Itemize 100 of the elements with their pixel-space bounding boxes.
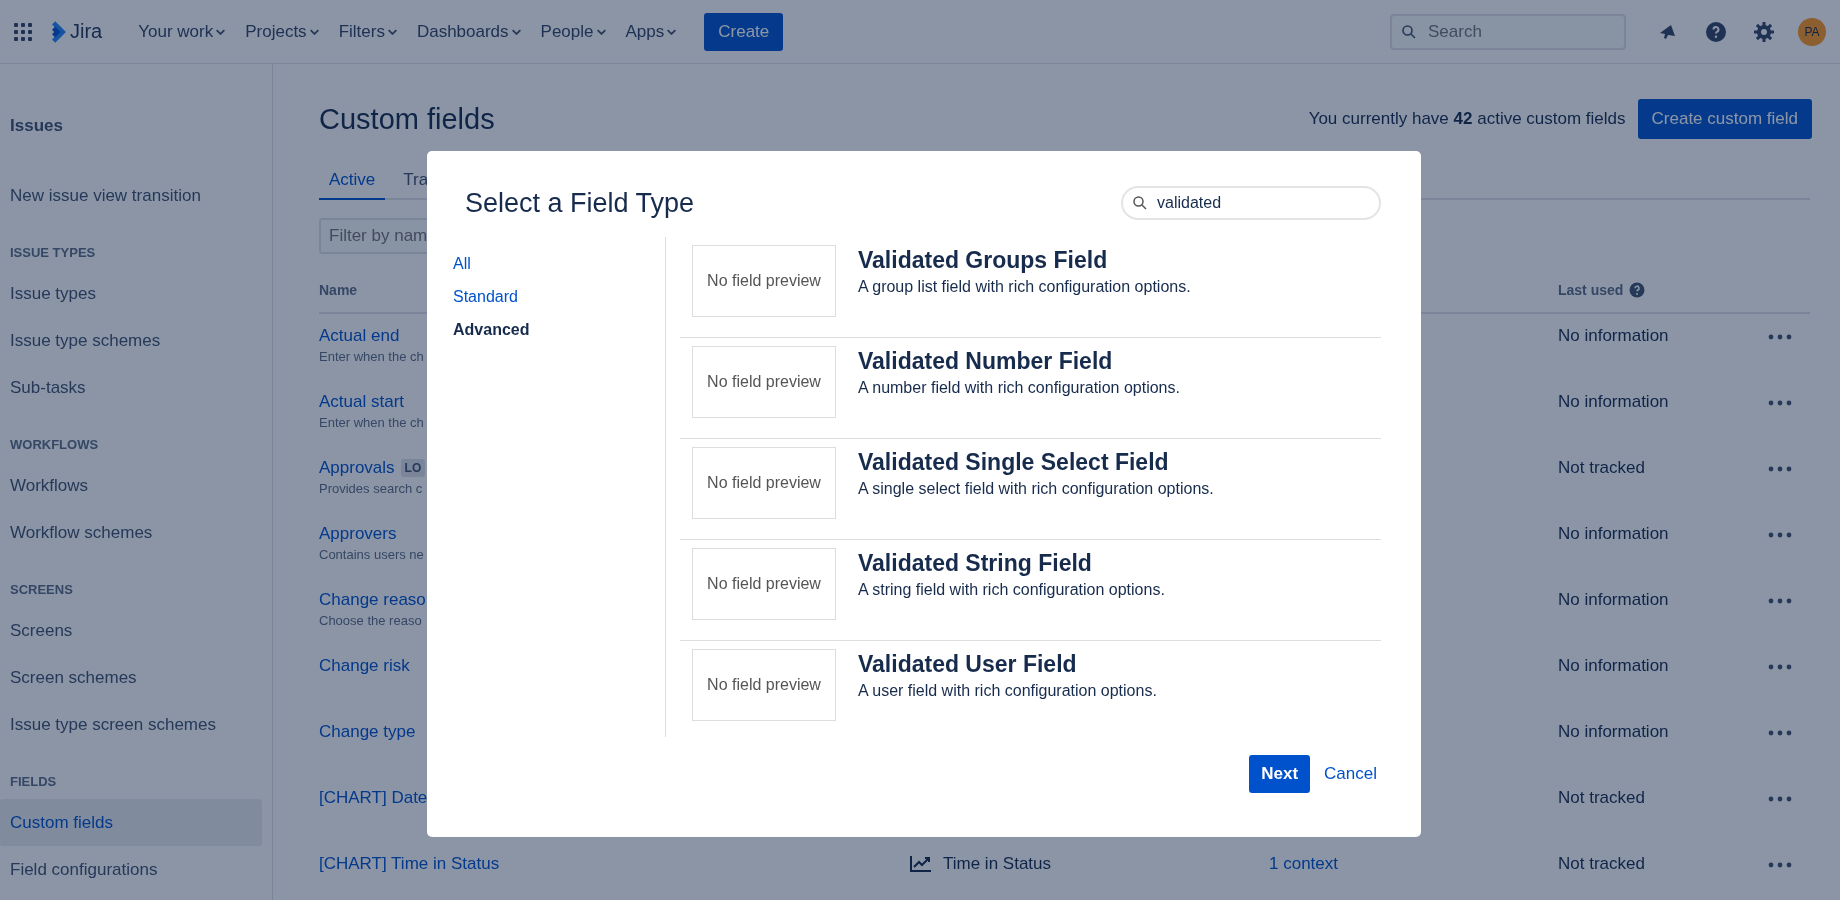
sidebar-item[interactable]: Field configurations [0, 846, 262, 893]
field-type-description: A group list field with rich configuration options. [858, 278, 1191, 296]
sidebar-item[interactable]: Issue types [0, 270, 262, 317]
search-icon [1402, 24, 1416, 39]
field-name-link[interactable]: Actual end [319, 326, 400, 346]
field-type-search-field[interactable]: validated [1121, 186, 1381, 220]
next-button[interactable]: Next [1249, 755, 1311, 793]
field-description: Enter when the ch [319, 415, 424, 430]
user-avatar[interactable]: PA [1798, 17, 1826, 46]
sidebar-heading: ISSUE TYPES [9, 245, 97, 260]
more-actions-icon[interactable] [1768, 334, 1792, 340]
last-used-text: No information [1558, 326, 1670, 346]
sidebar-item[interactable]: Issue type schemes [0, 317, 262, 364]
more-actions-icon[interactable] [1768, 730, 1792, 736]
field-type-description: A single select field with rich configuration options. [858, 480, 1214, 498]
sidebar-title: Issues [9, 116, 64, 136]
nav-menu-item[interactable]: Filters [330, 15, 405, 48]
field-name-link[interactable]: Actual start [319, 392, 405, 412]
field-preview-box[interactable]: No field preview [692, 447, 836, 519]
chevron-down-icon [596, 28, 606, 35]
tab[interactable]: Tra [393, 164, 439, 200]
field-preview-box[interactable]: No field preview [692, 649, 836, 721]
nav-menu-item[interactable]: Apps [617, 15, 685, 48]
more-actions-icon[interactable] [1768, 862, 1792, 868]
field-type-description: A number field with rich configuration options. [858, 379, 1180, 397]
last-used-text: Not tracked [1558, 458, 1646, 478]
sidebar-heading: FIELDS [9, 774, 58, 789]
field-type-title[interactable]: Validated Number Field [858, 348, 1180, 375]
sidebar-item[interactable]: Screens [0, 607, 262, 654]
column-header[interactable]: Last used [1558, 282, 1624, 298]
sidebar-heading: SCREENS [9, 582, 74, 597]
field-name-link[interactable]: Approvals [319, 458, 395, 478]
field-type-description: A user field with rich configuration options. [858, 682, 1157, 700]
last-used-text: No information [1558, 656, 1670, 676]
chevron-down-icon [387, 28, 397, 35]
nav-menu-item[interactable]: Dashboards [408, 15, 529, 48]
field-name-link[interactable]: Approvers [319, 524, 397, 544]
custom-field-count-text: You currently have 42 active custom fields [1308, 109, 1626, 129]
chevron-down-icon [511, 28, 521, 35]
sidebar-item[interactable]: New issue view transition [0, 172, 262, 219]
last-used-text: No information [1558, 392, 1670, 412]
help-icon[interactable] [1629, 282, 1646, 298]
last-used-text: Not tracked [1558, 854, 1646, 874]
category-link[interactable]: Standard [453, 288, 665, 306]
field-name-link[interactable]: Change risk [319, 656, 410, 676]
nav-menu-item[interactable]: Projects [237, 15, 327, 48]
field-preview-box[interactable]: No field preview [692, 548, 836, 620]
more-actions-icon[interactable] [1768, 598, 1792, 604]
field-preview-box[interactable]: No field preview [692, 245, 836, 317]
field-description: Provides search c [319, 481, 423, 496]
field-name-link[interactable]: Change reaso [319, 590, 426, 610]
settings-icon[interactable] [1752, 19, 1776, 44]
chevron-down-icon [667, 28, 677, 35]
field-preview-box[interactable]: No field preview [692, 346, 836, 418]
field-type-title[interactable]: Validated User Field [858, 651, 1157, 678]
last-used-text: No information [1558, 590, 1670, 610]
more-actions-icon[interactable] [1768, 532, 1792, 538]
sidebar-item[interactable]: Workflow schemes [0, 509, 262, 556]
field-description: Choose the reaso [319, 613, 422, 628]
sidebar-item[interactable]: Custom fields [0, 799, 262, 846]
field-type: Time in Status [943, 854, 1052, 874]
sidebar-item[interactable]: Issue type screen schemes [0, 701, 262, 748]
page-title: Custom fields [319, 102, 495, 136]
create-custom-field-button[interactable]: Create custom field [1637, 99, 1812, 139]
field-name-link[interactable]: Change type [319, 722, 416, 742]
field-name-link[interactable]: [CHART] Time in Status [319, 854, 500, 874]
more-actions-icon[interactable] [1768, 400, 1792, 406]
category-link[interactable]: All [453, 255, 665, 273]
category-link[interactable]: Advanced [453, 321, 665, 339]
search-icon [1133, 196, 1147, 210]
field-type-title[interactable]: Validated Single Select Field [858, 449, 1214, 476]
logo-text[interactable]: Jira [70, 20, 103, 43]
nav-menu-item[interactable]: People [532, 15, 614, 48]
nav-menu-item[interactable]: Your work [130, 15, 234, 48]
tab[interactable]: Active [319, 164, 386, 200]
cancel-button[interactable]: Cancel [1320, 755, 1381, 793]
sidebar-item[interactable]: Workflows [0, 462, 262, 509]
help-icon[interactable] [1704, 19, 1728, 44]
create-button[interactable]: Create [704, 12, 784, 51]
field-description: Contains users ne [319, 547, 424, 562]
field-type-description: A string field with rich configuration options. [858, 581, 1165, 599]
more-actions-icon[interactable] [1768, 796, 1792, 802]
field-type-title[interactable]: Validated Groups Field [858, 247, 1191, 274]
last-used-text: No information [1558, 722, 1670, 742]
field-badge: LO [400, 459, 426, 477]
chevron-down-icon [216, 28, 226, 35]
app-grid-icon[interactable] [14, 22, 32, 41]
field-name-link[interactable]: [CHART] Date [319, 788, 428, 808]
last-used-text: No information [1558, 524, 1670, 544]
chevron-down-icon [309, 28, 319, 35]
more-actions-icon[interactable] [1768, 664, 1792, 670]
sidebar-item[interactable]: Screen schemes [0, 654, 262, 701]
search-field[interactable]: Search [1390, 13, 1626, 50]
dialog-title: Select a Field Type [465, 187, 695, 219]
sidebar-item[interactable]: Sub-tasks [0, 364, 262, 411]
sidebar-heading: WORKFLOWS [9, 437, 100, 452]
field-type-title[interactable]: Validated String Field [858, 550, 1165, 577]
logo-icon [52, 20, 66, 43]
contexts-link[interactable]: 1 context [1269, 854, 1338, 873]
more-actions-icon[interactable] [1768, 466, 1792, 472]
